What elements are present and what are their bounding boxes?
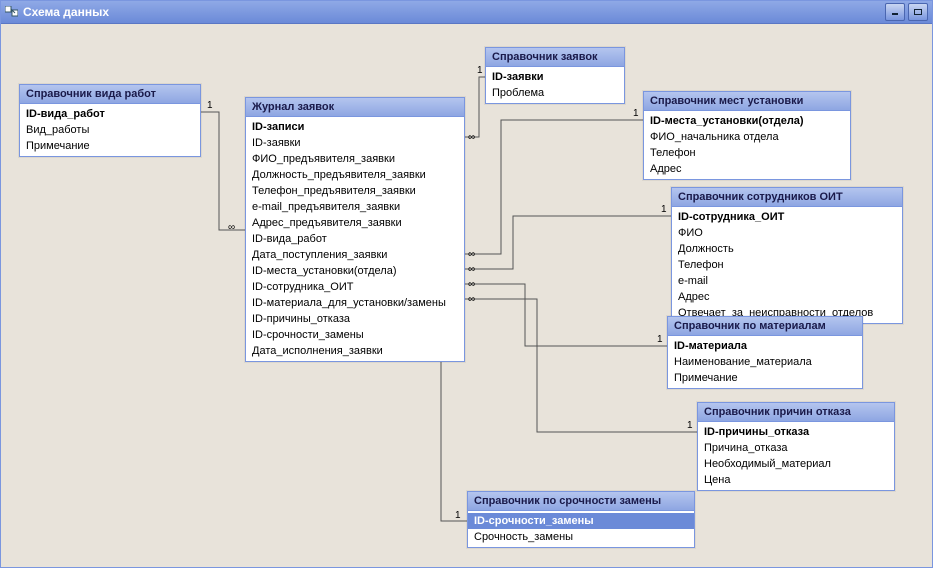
field[interactable]: Телефон_предъявителя_заявки xyxy=(246,183,464,199)
field[interactable]: Необходимый_материал xyxy=(698,456,894,472)
field[interactable]: ФИО xyxy=(672,225,902,241)
field[interactable]: ID-причины_отказа xyxy=(246,311,464,327)
cardinality-one: 1 xyxy=(657,334,663,345)
table-t_emp[interactable]: Справочник сотрудников ОИТ ID-сотрудника_… xyxy=(671,187,903,324)
field[interactable]: ID-записи xyxy=(246,119,464,135)
table-title[interactable]: Справочник заявок xyxy=(486,48,624,67)
cardinality-many: ∞ xyxy=(468,279,475,290)
field[interactable]: Адрес xyxy=(672,289,902,305)
cardinality-one: 1 xyxy=(207,100,213,111)
app-icon xyxy=(5,6,18,19)
field[interactable]: ID-сотрудника_ОИТ xyxy=(246,279,464,295)
field[interactable]: ФИО_предъявителя_заявки xyxy=(246,151,464,167)
field[interactable]: Наименование_материала xyxy=(668,354,862,370)
field[interactable]: Адрес_предъявителя_заявки xyxy=(246,215,464,231)
field[interactable]: ID-причины_отказа xyxy=(698,424,894,440)
cardinality-many: ∞ xyxy=(468,264,475,275)
field[interactable]: ID-материала_для_установки/замены xyxy=(246,295,464,311)
relation-line xyxy=(463,120,643,254)
table-title[interactable]: Справочник сотрудников ОИТ xyxy=(672,188,902,207)
table-t_work[interactable]: Справочник вида работ ID-вида_работВид_ра… xyxy=(19,84,201,157)
window: Схема данных 1∞1∞1∞1∞1∞1∞1∞ Справочник в… xyxy=(0,0,933,568)
field[interactable]: Вид_работы xyxy=(20,122,200,138)
table-title[interactable]: Справочник вида работ xyxy=(20,85,200,104)
table-title[interactable]: Справочник мест установки xyxy=(644,92,850,111)
diagram-canvas[interactable]: 1∞1∞1∞1∞1∞1∞1∞ Справочник вида работID-в… xyxy=(1,24,932,568)
relation-line xyxy=(463,216,671,269)
relation-line xyxy=(199,112,245,230)
field[interactable]: Дата_исполнения_заявки xyxy=(246,343,464,359)
field[interactable]: Проблема xyxy=(486,85,624,101)
cardinality-one: 1 xyxy=(455,510,461,521)
field[interactable]: Должность xyxy=(672,241,902,257)
cardinality-one: 1 xyxy=(661,204,667,215)
field[interactable]: ID-сотрудника_ОИТ xyxy=(672,209,902,225)
field[interactable]: ID-срочности_замены xyxy=(246,327,464,343)
cardinality-many: ∞ xyxy=(468,294,475,305)
table-t_mat[interactable]: Справочник по материалам ID-материалаНаим… xyxy=(667,316,863,389)
table-title[interactable]: Справочник по срочности замены xyxy=(468,492,694,511)
field[interactable]: ID-материала xyxy=(668,338,862,354)
minimize-button[interactable] xyxy=(885,3,905,21)
table-t_urg[interactable]: Справочник по срочности замены ID-срочнос… xyxy=(467,491,695,548)
field[interactable]: Цена xyxy=(698,472,894,488)
field[interactable]: ФИО_начальника отдела xyxy=(644,129,850,145)
restore-button[interactable] xyxy=(908,3,928,21)
field[interactable]: e-mail_предъявителя_заявки xyxy=(246,199,464,215)
field[interactable]: Должность_предъявителя_заявки xyxy=(246,167,464,183)
cardinality-one: 1 xyxy=(687,420,693,431)
relation-line xyxy=(463,299,697,432)
relation-line xyxy=(463,77,485,137)
table-title[interactable]: Справочник по материалам xyxy=(668,317,862,336)
field[interactable]: e-mail xyxy=(672,273,902,289)
cardinality-one: 1 xyxy=(633,108,639,119)
cardinality-many: ∞ xyxy=(228,222,235,233)
table-t_req[interactable]: Справочник заявок ID-заявкиПроблема xyxy=(485,47,625,104)
field[interactable]: Дата_поступления_заявки xyxy=(246,247,464,263)
field[interactable]: ID-вида_работ xyxy=(20,106,200,122)
field[interactable]: ID-места_установки(отдела) xyxy=(246,263,464,279)
field[interactable]: Срочность_замены xyxy=(468,529,694,545)
field[interactable]: ID-заявки xyxy=(486,69,624,85)
titlebar[interactable]: Схема данных xyxy=(1,1,932,24)
field[interactable]: Примечание xyxy=(668,370,862,386)
table-t_journal[interactable]: Журнал заявок ID-записиID-заявкиФИО_предъ… xyxy=(245,97,465,362)
field[interactable]: ID-вида_работ xyxy=(246,231,464,247)
cardinality-many: ∞ xyxy=(468,249,475,260)
window-title: Схема данных xyxy=(23,5,109,19)
cardinality-one: 1 xyxy=(477,65,483,76)
field[interactable]: Телефон xyxy=(672,257,902,273)
field[interactable]: ID-заявки xyxy=(246,135,464,151)
field[interactable]: Адрес xyxy=(644,161,850,177)
table-title[interactable]: Справочник причин отказа xyxy=(698,403,894,422)
table-t_reason[interactable]: Справочник причин отказа ID-причины_отказ… xyxy=(697,402,895,491)
relation-line xyxy=(463,284,667,346)
table-t_place[interactable]: Справочник мест установки ID-места_устано… xyxy=(643,91,851,180)
field[interactable]: Примечание xyxy=(20,138,200,154)
table-title[interactable]: Журнал заявок xyxy=(246,98,464,117)
field[interactable]: Причина_отказа xyxy=(698,440,894,456)
cardinality-many: ∞ xyxy=(468,132,475,143)
field[interactable]: ID-срочности_замены xyxy=(468,513,694,529)
field[interactable]: Телефон xyxy=(644,145,850,161)
field[interactable]: ID-места_установки(отдела) xyxy=(644,113,850,129)
